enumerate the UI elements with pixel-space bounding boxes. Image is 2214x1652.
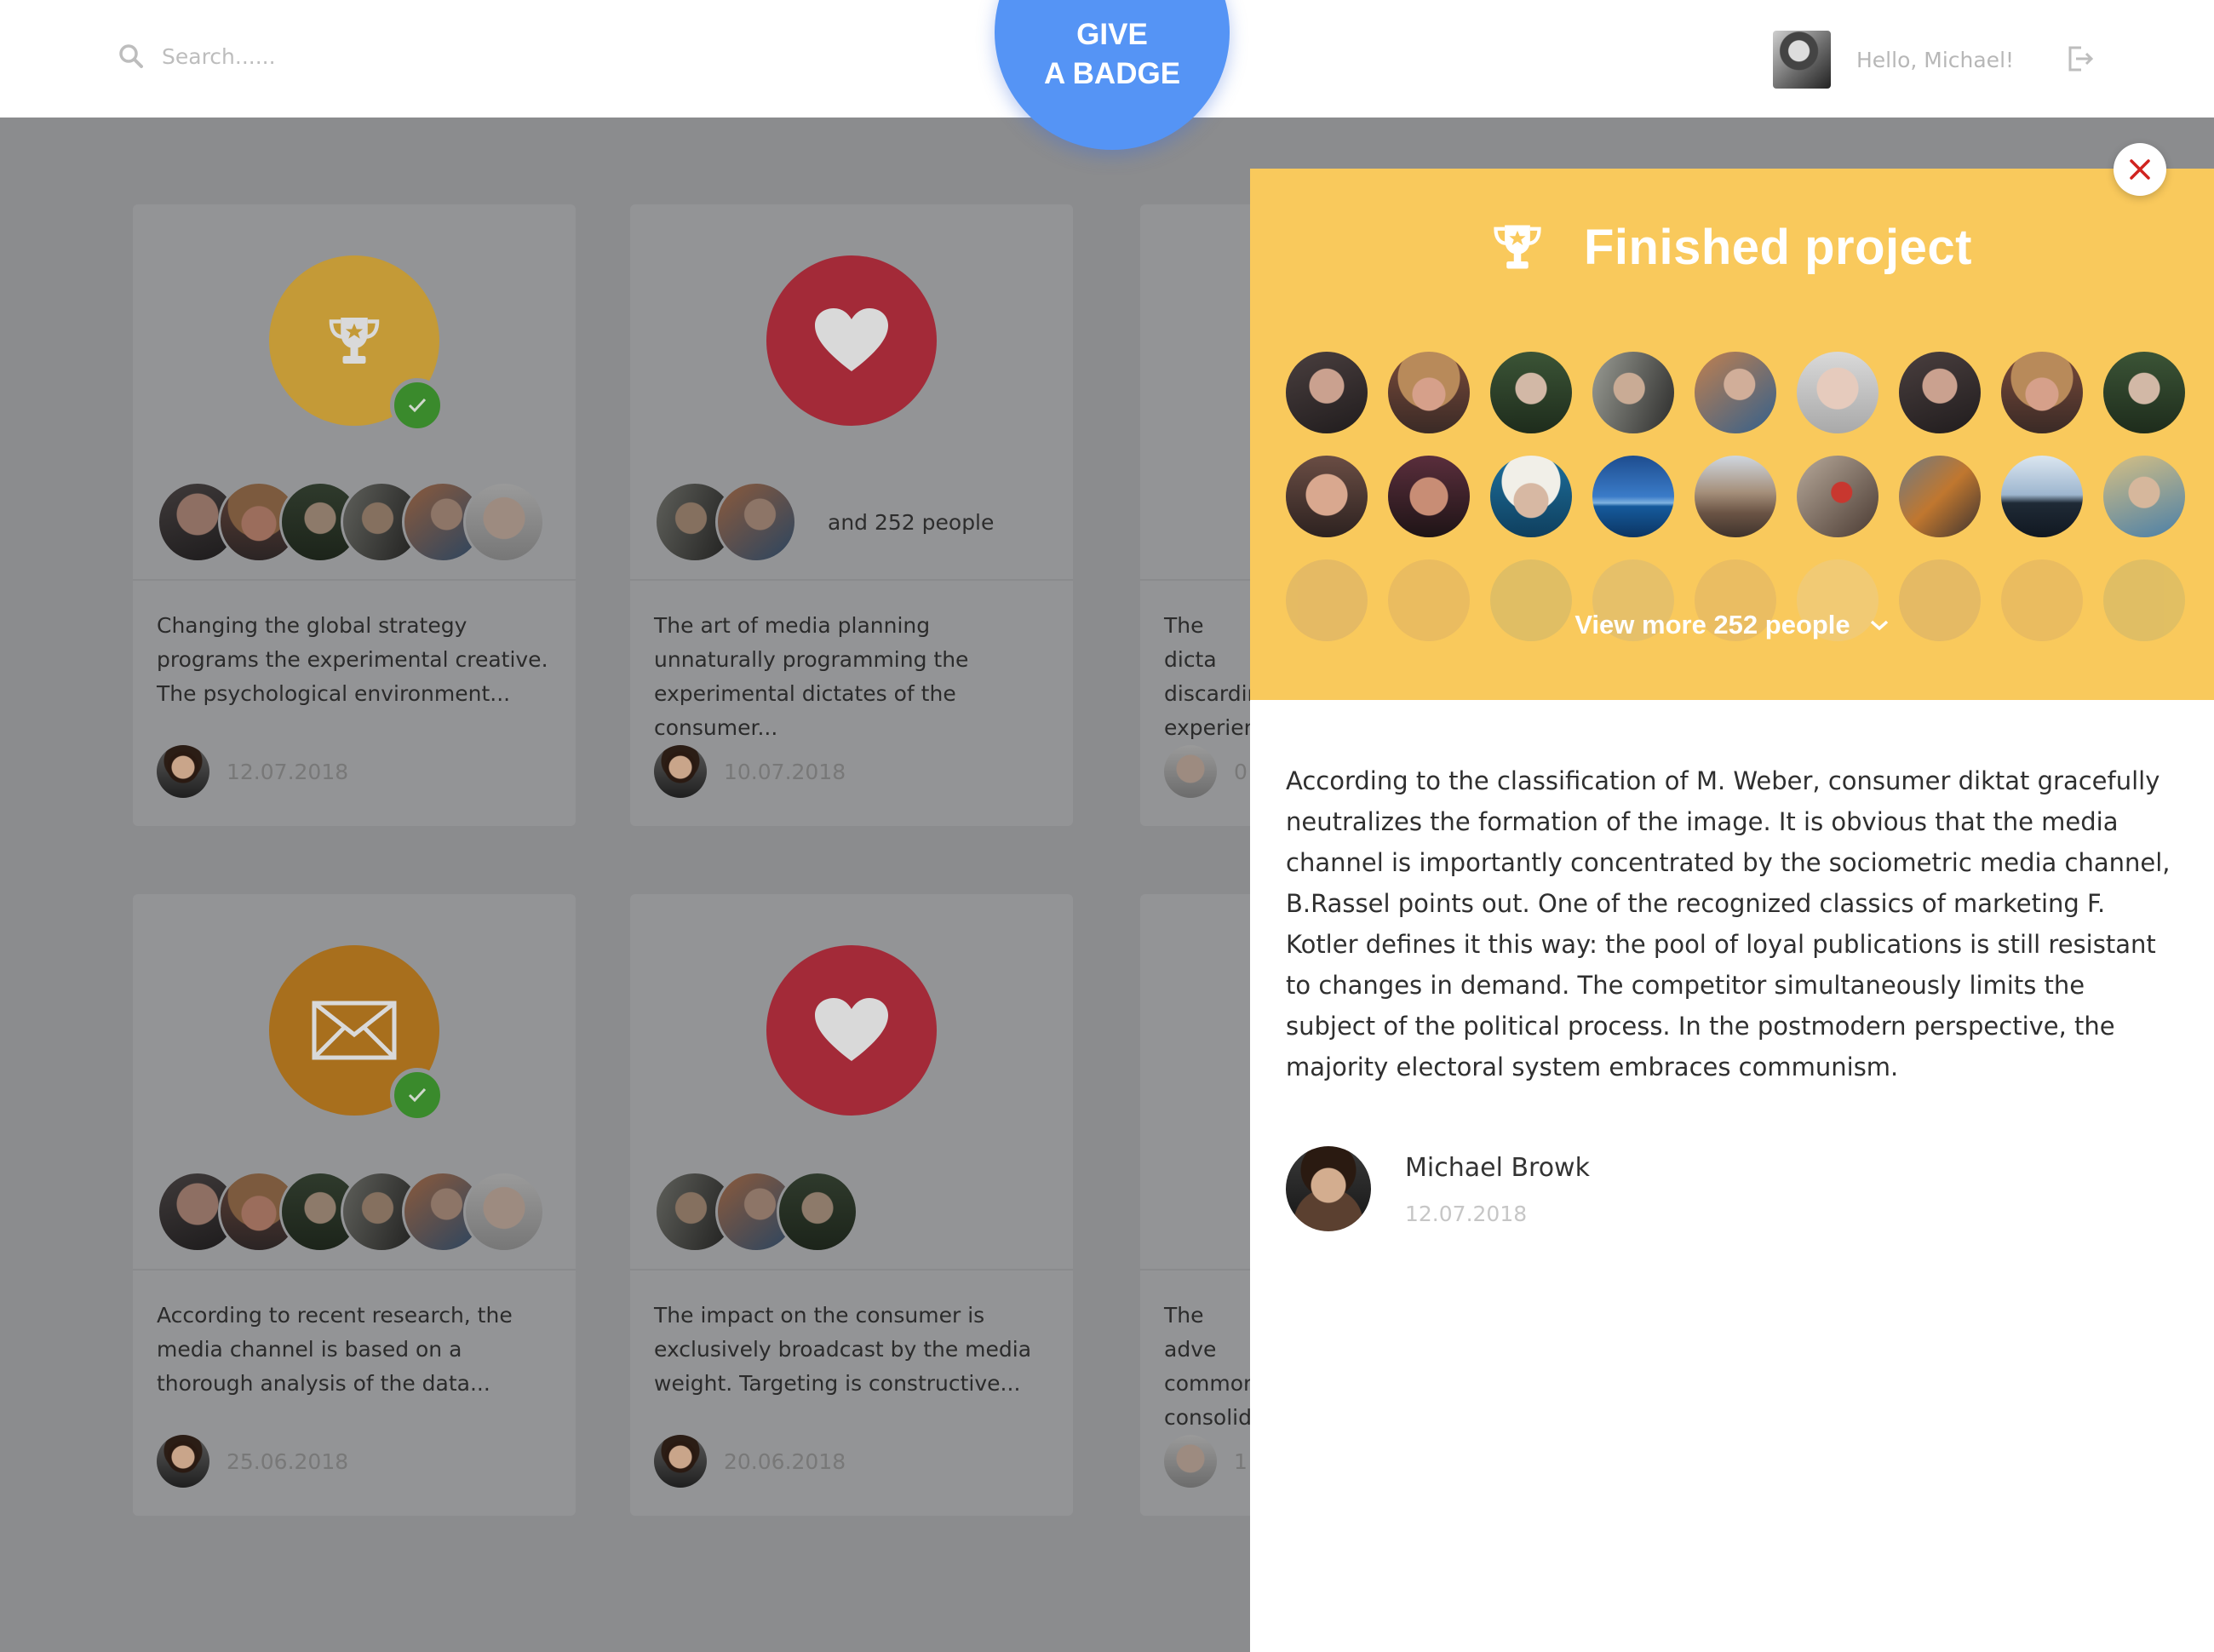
avatar[interactable] (1797, 456, 1878, 537)
more-people-text: and 252 people (828, 509, 995, 535)
trophy-icon (329, 318, 380, 364)
avatar[interactable] (1490, 352, 1572, 433)
avatar[interactable] (1592, 456, 1674, 537)
greeting-text: Hello, Michael! (1856, 47, 2015, 72)
author-avatar[interactable] (1286, 1146, 1371, 1231)
avatar[interactable] (1388, 352, 1470, 433)
envelope-icon (312, 1001, 397, 1060)
avatar (715, 481, 797, 563)
card-footer: 25.06.2018 (157, 1435, 348, 1488)
view-more-button[interactable]: View more 252 people (1250, 610, 2214, 640)
panel-title-row: Finished project (1488, 218, 1972, 276)
card-footer: 20.06.2018 (654, 1435, 846, 1488)
author-info: Michael Browk 12.07.2018 (1405, 1146, 1590, 1226)
avatar (463, 481, 545, 563)
badge-author: Michael Browk 12.07.2018 (1286, 1146, 1590, 1231)
badge-card[interactable]: Changing the global strategy programs th… (133, 204, 576, 826)
card-footer: 0 (1164, 745, 1248, 798)
recipients-grid (1286, 352, 2185, 537)
divider (630, 1269, 1073, 1271)
card-date: 20.06.2018 (724, 1448, 846, 1474)
card-description: According to recent research, the media … (157, 1303, 513, 1396)
trophy-icon (1494, 225, 1541, 269)
author-name: Michael Browk (1405, 1153, 1590, 1183)
badge-circle (766, 255, 937, 426)
panel-header: Finished project View more 252 people (1250, 169, 2214, 700)
avatar[interactable] (2001, 352, 2083, 433)
view-more-label: View more 252 people (1574, 610, 1850, 640)
close-icon (2130, 159, 2150, 180)
badge-circle (766, 945, 937, 1116)
card-description: Changing the global strategy programs th… (157, 613, 548, 706)
card-footer: 10.07.2018 (654, 745, 846, 798)
author-date: 12.07.2018 (1405, 1202, 1528, 1226)
divider (133, 579, 576, 581)
avatar[interactable] (1773, 31, 1831, 89)
recipients-list: and 252 people (654, 481, 994, 563)
author-avatar (157, 745, 209, 798)
author-avatar (654, 745, 707, 798)
avatar (463, 1171, 545, 1253)
user-profile[interactable]: Hello, Michael! (1773, 31, 2014, 89)
avatar[interactable] (1286, 456, 1368, 537)
search-bar (118, 43, 519, 70)
give-badge-button[interactable]: GIVE A BADGE (995, 0, 1230, 150)
heart-icon (815, 308, 888, 371)
card-description: The dicta discardin experien (1164, 613, 1261, 740)
card-footer: 1 (1164, 1435, 1248, 1488)
avatar (777, 1171, 858, 1253)
avatar[interactable] (1592, 352, 1674, 433)
completed-check (390, 378, 445, 433)
author-avatar (157, 1435, 209, 1488)
avatar[interactable] (1899, 352, 1981, 433)
author-avatar (654, 1435, 707, 1488)
avatar[interactable] (2103, 352, 2185, 433)
recipients-list (157, 1171, 576, 1253)
card-footer: 12.07.2018 (157, 745, 348, 798)
recipients-list (157, 481, 576, 563)
card-description: The adve common consolid (1164, 1303, 1257, 1430)
badge-card[interactable]: and 252 people The art of media planning… (630, 204, 1073, 826)
card-date: 0 (1234, 759, 1248, 784)
card-date: 1 (1234, 1448, 1248, 1474)
check-icon (408, 398, 427, 413)
card-date: 25.06.2018 (227, 1448, 349, 1474)
avatar[interactable] (1490, 456, 1572, 537)
avatar[interactable] (2001, 456, 2083, 537)
check-icon (408, 1087, 427, 1103)
author-avatar (1164, 1435, 1217, 1488)
give-badge-line1: GIVE (1076, 18, 1148, 51)
avatar[interactable] (1899, 456, 1981, 537)
completed-check (390, 1068, 445, 1122)
avatar[interactable] (2103, 456, 2185, 537)
search-icon (119, 44, 143, 68)
chevron-down-icon (1870, 620, 1888, 631)
card-description: The impact on the consumer is exclusivel… (654, 1303, 1032, 1396)
avatar[interactable] (1286, 352, 1368, 433)
badge-detail-panel: Finished project View more 252 people Ac… (1250, 169, 2214, 1652)
divider (630, 579, 1073, 581)
author-avatar (1164, 745, 1217, 798)
search-input[interactable] (162, 43, 519, 69)
logout-icon[interactable] (2066, 44, 2095, 73)
avatar[interactable] (1695, 456, 1776, 537)
give-badge-line2: A BADGE (1043, 57, 1181, 90)
card-description: The art of media planning unnaturally pr… (654, 613, 969, 740)
recipients-list (654, 1171, 889, 1253)
badge-card[interactable]: According to recent research, the media … (133, 894, 576, 1516)
heart-icon (815, 998, 888, 1061)
card-date: 10.07.2018 (724, 759, 846, 784)
panel-title: Finished project (1584, 219, 1972, 275)
avatar[interactable] (1695, 352, 1776, 433)
card-date: 12.07.2018 (227, 759, 349, 784)
badge-message: According to the classification of M. We… (1286, 766, 2171, 1081)
avatar[interactable] (1797, 352, 1878, 433)
divider (133, 1269, 576, 1271)
close-button[interactable] (2114, 143, 2166, 196)
badge-card[interactable]: The impact on the consumer is exclusivel… (630, 894, 1073, 1516)
avatar[interactable] (1388, 456, 1470, 537)
